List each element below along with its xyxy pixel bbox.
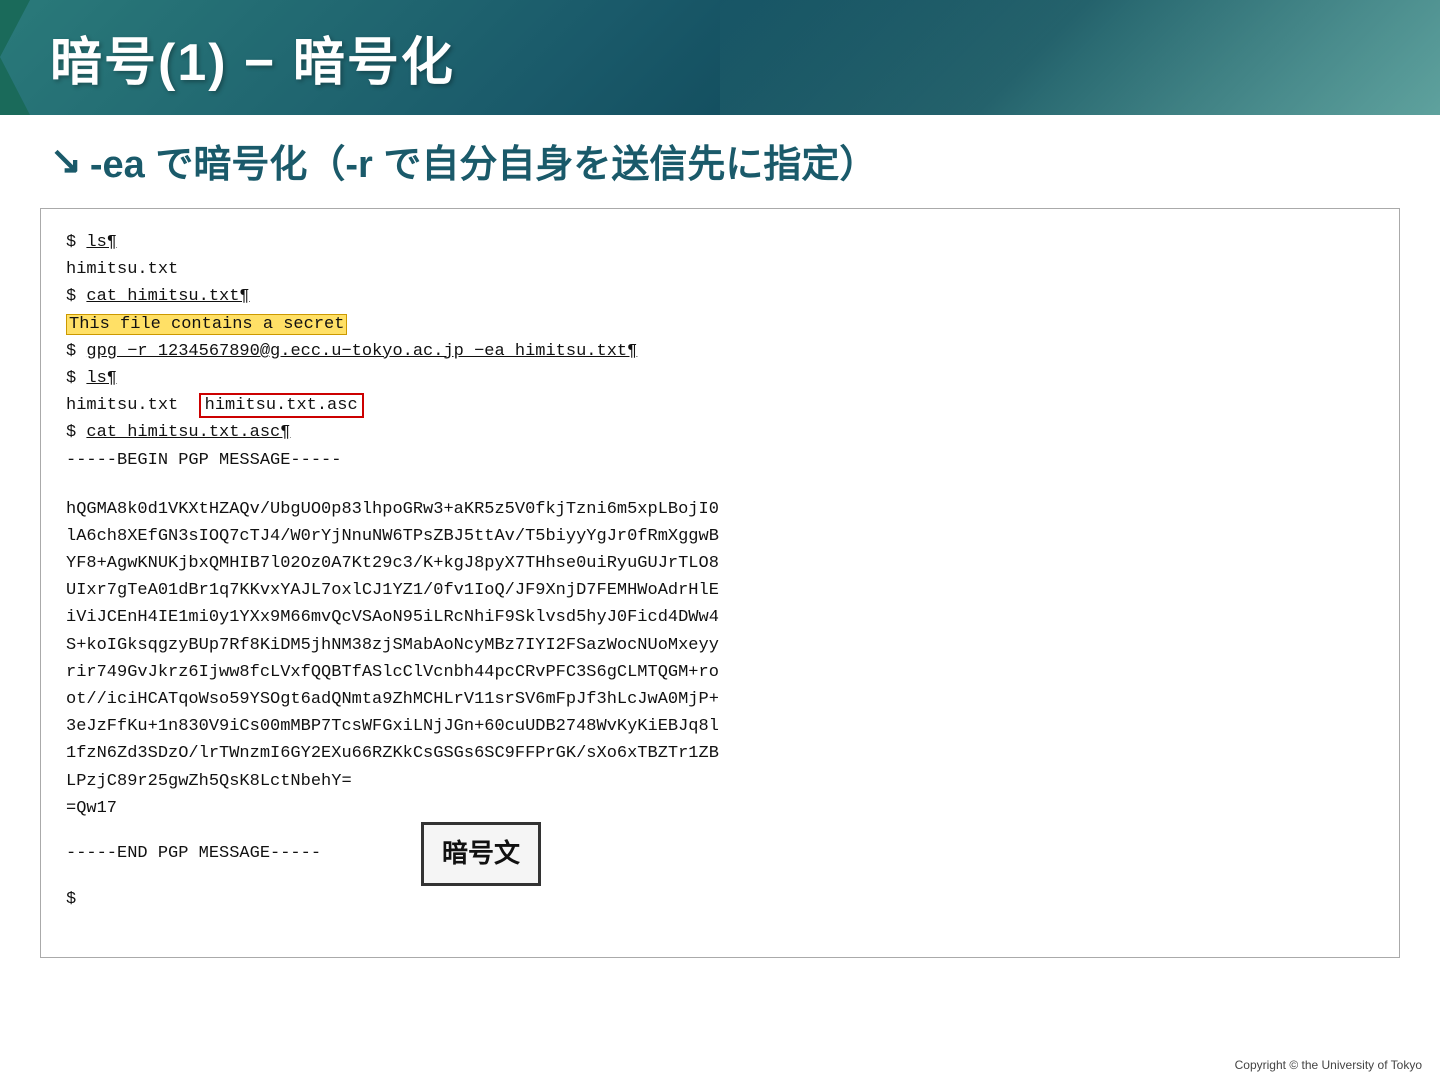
line-ls2: $ ls¶: [66, 365, 1374, 392]
ls2-underline: ls¶: [86, 369, 117, 388]
pgp-line-8: ot//iciHCATqoWso59YSOgt6adQNmta9ZhMCHLrV…: [66, 686, 1374, 713]
pgp-line-5: iViJCEnH4IE1mi0y1YXx9M66mvQcVSAoN95iLRcN…: [66, 604, 1374, 631]
pgp-line-12: =Qw17: [66, 795, 1374, 822]
pgp-line-1: hQGMA8k0d1VKXtHZAQv/UbgUO0p83lhpoGRw3+aK…: [66, 496, 1374, 523]
pgp-line-10: 1fzN6Zd3SDzO/lrTWnzmI6GY2EXu66RZKkCsGSGs…: [66, 740, 1374, 767]
pgp-line-4: UIxr7gTeA01dBr1q7KKvxYAJL7oxlCJ1YZ1/0fv1…: [66, 577, 1374, 604]
pgp-line-9: 3eJzFfKu+1n830V9iCs00mMBP7TcsWFGxiLNjJGn…: [66, 713, 1374, 740]
pgp-line-2: lA6ch8XEfGN3sIOQ7cTJ4/W0rYjNnuNW6TPsZBJ5…: [66, 523, 1374, 550]
header: 暗号(1) − 暗号化: [0, 0, 1440, 115]
blank-line: [66, 474, 1374, 496]
secret-highlight: This file contains a secret: [66, 314, 347, 335]
line-secret: This file contains a secret: [66, 311, 1374, 338]
line-final-prompt: $: [66, 886, 1374, 913]
pgp-line-7: rir749GvJkrz6Ijww8fcLVxfQQBTfASlcClVcnbh…: [66, 659, 1374, 686]
line-ls-output: himitsu.txt himitsu.txt.asc: [66, 392, 1374, 419]
subtitle-bar: ↘ -ea で暗号化（-r で自分自身を送信先に指定）: [0, 115, 1440, 198]
header-title: 暗号(1) − 暗号化: [50, 20, 455, 95]
himitsu-asc-box: himitsu.txt.asc: [199, 393, 364, 418]
line-cat-asc: $ cat himitsu.txt.asc¶: [66, 419, 1374, 446]
line-himitsu: himitsu.txt: [66, 256, 1374, 283]
terminal-content: $ ls¶ himitsu.txt $ cat himitsu.txt¶ Thi…: [40, 208, 1400, 958]
line-cat-himitsu: $ cat himitsu.txt¶: [66, 283, 1374, 310]
angoubun-box: 暗号文: [421, 822, 541, 886]
pgp-line-3: YF8+AgwKNUKjbxQMHIB7l02Oz0A7Kt29c3/K+kgJ…: [66, 550, 1374, 577]
header-arrow-decoration: [0, 0, 30, 115]
gpg-underline: gpg −r 1234567890@g.ecc.u−tokyo.ac.jp −e…: [86, 342, 637, 361]
pgp-line-6: S+koIGksqgzyBUp7Rf8KiDM5jhNM38zjSMabAoNc…: [66, 632, 1374, 659]
pgp-line-11: LPzjC89r25gwZh5QsK8LctNbehY=: [66, 768, 1374, 795]
line-end-pgp: -----END PGP MESSAGE----- 暗号文: [66, 822, 1374, 886]
ls1-underline: ls¶: [86, 233, 117, 252]
line-gpg: $ gpg −r 1234567890@g.ecc.u−tokyo.ac.jp …: [66, 338, 1374, 365]
line-begin-pgp: -----BEGIN PGP MESSAGE-----: [66, 447, 1374, 474]
end-pgp-text: -----END PGP MESSAGE-----: [66, 840, 321, 867]
line-ls1: $ ls¶: [66, 229, 1374, 256]
subtitle-arrow: ↘: [50, 138, 82, 183]
cat-himitsu-underline: cat himitsu.txt¶: [86, 287, 249, 306]
footer-copyright: Copyright © the University of Tokyo: [1235, 1058, 1422, 1072]
subtitle-text: ↘ -ea で暗号化（-r で自分自身を送信先に指定）: [50, 133, 877, 188]
subtitle-label: -ea で暗号化（-r で自分自身を送信先に指定）: [90, 133, 877, 188]
cat-asc-underline: cat himitsu.txt.asc¶: [86, 423, 290, 442]
footer: Copyright © the University of Tokyo: [1235, 1058, 1422, 1072]
